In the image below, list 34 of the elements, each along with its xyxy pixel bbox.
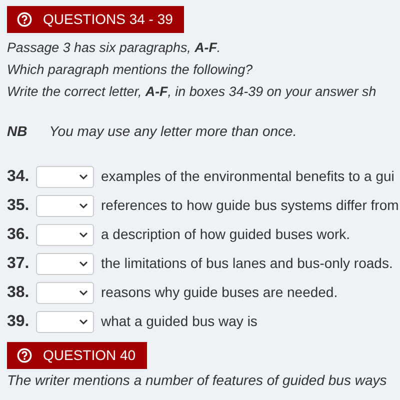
question-number: 38.	[7, 282, 29, 302]
heading-text: QUESTION 40	[43, 346, 136, 365]
caret-icon	[79, 318, 88, 324]
instruction-text: The writer mentions a number of features of guided bus ways	[7, 372, 387, 389]
caret-icon	[79, 202, 88, 208]
answer-dropdown[interactable]	[36, 166, 94, 188]
question-text: examples of the environmental benefits to a gui	[101, 167, 394, 186]
caret-icon	[79, 232, 88, 238]
caret-icon	[79, 290, 88, 296]
answer-dropdown[interactable]	[36, 194, 94, 216]
instruction-text: Passage 3 has six paragraphs, A-F.	[7, 39, 221, 57]
question-text: reasons why guide buses are needed.	[101, 283, 338, 302]
question-text: the limitations of bus lanes and bus-only roads.	[101, 254, 393, 273]
question-number: 34.	[7, 166, 29, 186]
heading-text: QUESTIONS 34 - 39	[43, 10, 173, 29]
question-circle-icon	[17, 348, 32, 363]
question-number: 36.	[7, 224, 29, 244]
question-circle-icon	[17, 12, 32, 27]
question-text: references to how guide bus systems differ from	[101, 196, 399, 215]
note-text: You may use any letter more than once.	[49, 122, 297, 141]
question-text: a description of how guided buses work.	[101, 225, 350, 244]
answer-dropdown[interactable]	[36, 252, 94, 274]
answer-dropdown[interactable]	[36, 224, 94, 246]
note-label: NB	[7, 122, 28, 141]
question-number: 37.	[7, 254, 29, 274]
question-text: what a guided bus way is	[101, 312, 258, 331]
question-number: 39.	[7, 312, 29, 332]
instruction-text: Which paragraph mentions the following?	[7, 61, 253, 79]
answer-dropdown[interactable]	[36, 282, 94, 304]
instruction-text: Write the correct letter, A-F, in boxes 34-39 on your answer sh	[7, 83, 376, 101]
caret-icon	[79, 260, 88, 266]
caret-icon	[79, 174, 88, 180]
answer-dropdown[interactable]	[36, 310, 94, 332]
question-number: 35.	[7, 196, 29, 216]
